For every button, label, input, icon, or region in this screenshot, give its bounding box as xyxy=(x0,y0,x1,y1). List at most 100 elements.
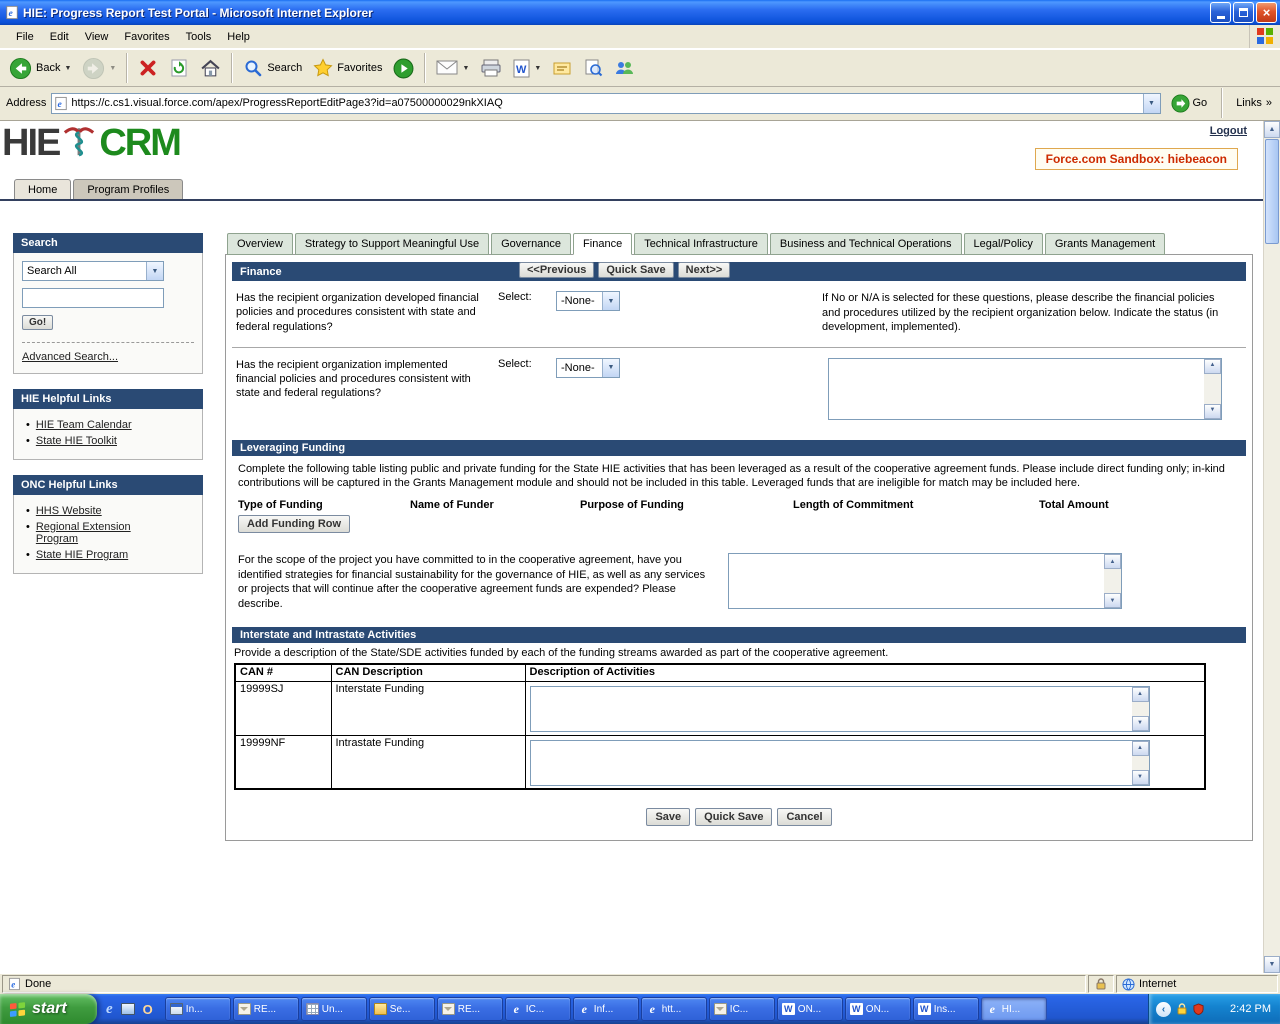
menu-favorites[interactable]: Favorites xyxy=(116,28,177,46)
menu-file[interactable]: File xyxy=(8,28,42,46)
menu-help[interactable]: Help xyxy=(219,28,258,46)
maximize-button[interactable] xyxy=(1233,2,1254,23)
edit-button[interactable]: W ▼ xyxy=(508,56,546,81)
back-button[interactable]: Back ▼ xyxy=(4,54,76,83)
address-input[interactable] xyxy=(68,97,1142,109)
quicklaunch-show-desktop-icon[interactable] xyxy=(121,1003,135,1015)
tray-lock-icon[interactable] xyxy=(1177,1003,1187,1015)
taskbar-window-button[interactable]: eIC... xyxy=(505,997,571,1021)
scroll-up-icon[interactable]: ▲ xyxy=(1204,359,1221,374)
research-button[interactable] xyxy=(578,55,608,81)
quick-save-button-bottom[interactable]: Quick Save xyxy=(695,808,772,826)
tab-governance[interactable]: Governance xyxy=(491,233,571,255)
menu-view[interactable]: View xyxy=(77,28,117,46)
back-dropdown-icon[interactable]: ▼ xyxy=(64,65,71,72)
print-button[interactable] xyxy=(475,56,507,80)
question-2-select-value: -None- xyxy=(557,359,602,377)
forward-button[interactable]: ▼ xyxy=(77,54,121,83)
taskbar-window-button[interactable]: RE... xyxy=(233,997,299,1021)
title-bar[interactable]: e HIE: Progress Report Test Portal - Mic… xyxy=(0,0,1280,25)
links-menu[interactable]: Links » xyxy=(1232,97,1276,109)
search-go-button[interactable]: Go! xyxy=(22,315,53,330)
favorites-button[interactable]: Favorites xyxy=(308,55,387,81)
taskbar-window-button[interactable]: eInf... xyxy=(573,997,639,1021)
scroll-up-icon[interactable]: ▲ xyxy=(1132,741,1149,756)
scroll-down-icon[interactable]: ▼ xyxy=(1204,404,1221,419)
previous-button[interactable]: <<Previous xyxy=(519,262,594,278)
interstate-activities-textarea[interactable] xyxy=(531,687,1132,731)
stop-button[interactable] xyxy=(133,55,163,81)
edit-dropdown-icon[interactable]: ▼ xyxy=(534,65,541,72)
sustainability-textarea[interactable] xyxy=(729,554,1104,608)
sandbox-banner: Force.com Sandbox: hiebeacon xyxy=(1035,148,1238,170)
media-button[interactable] xyxy=(388,55,419,82)
tray-shield-icon[interactable] xyxy=(1193,1003,1204,1015)
scroll-down-icon[interactable]: ▼ xyxy=(1132,716,1149,731)
go-button[interactable]: Go xyxy=(1166,93,1213,114)
taskbar-window-button[interactable]: In... xyxy=(165,997,231,1021)
taskbar-window-button-active[interactable]: eHI... xyxy=(981,997,1047,1021)
taskbar-window-button[interactable]: WIns... xyxy=(913,997,979,1021)
tab-finance[interactable]: Finance xyxy=(573,233,632,255)
tab-business-technical-operations[interactable]: Business and Technical Operations xyxy=(770,233,962,255)
scroll-down-icon[interactable]: ▼ xyxy=(1104,593,1121,608)
taskbar-window-button[interactable]: Un... xyxy=(301,997,367,1021)
add-funding-row-button[interactable]: Add Funding Row xyxy=(238,515,350,533)
refresh-button[interactable] xyxy=(164,55,194,81)
logout-link[interactable]: Logout xyxy=(1210,125,1247,137)
mail-dropdown-icon[interactable]: ▼ xyxy=(462,65,469,72)
scrollbar-thumb[interactable] xyxy=(1265,139,1279,244)
tab-grants-management[interactable]: Grants Management xyxy=(1045,233,1165,255)
taskbar-window-button[interactable]: RE... xyxy=(437,997,503,1021)
quicklaunch-outlook-icon[interactable]: O xyxy=(143,1002,153,1017)
taskbar-window-button[interactable]: WON... xyxy=(777,997,843,1021)
home-button[interactable] xyxy=(195,55,226,82)
mail-button[interactable]: ▼ xyxy=(431,57,474,79)
search-button[interactable]: Search xyxy=(238,55,307,81)
scrollbar-track[interactable] xyxy=(1264,245,1280,956)
state-hie-program-link[interactable]: State HIE Program xyxy=(36,549,166,561)
messenger-button[interactable] xyxy=(609,57,639,79)
tab-technical-infrastructure[interactable]: Technical Infrastructure xyxy=(634,233,768,255)
policies-description-textarea[interactable] xyxy=(829,359,1204,419)
tray-collapse-icon[interactable]: ‹ xyxy=(1156,1002,1171,1017)
search-input[interactable] xyxy=(22,288,164,308)
scroll-down-icon[interactable]: ▼ xyxy=(1264,956,1280,973)
cancel-button[interactable]: Cancel xyxy=(777,808,831,826)
sidebar: Search Search All ▼ Go! Advanced Search.… xyxy=(13,233,203,589)
tab-home[interactable]: Home xyxy=(14,179,71,199)
taskbar-window-button[interactable]: ehtt... xyxy=(641,997,707,1021)
next-button[interactable]: Next>> xyxy=(678,262,731,278)
discuss-button[interactable] xyxy=(547,57,577,80)
tab-strategy[interactable]: Strategy to Support Meaningful Use xyxy=(295,233,489,255)
menu-tools[interactable]: Tools xyxy=(178,28,220,46)
taskbar-window-button[interactable]: Se... xyxy=(369,997,435,1021)
hie-team-calendar-link[interactable]: HIE Team Calendar xyxy=(36,419,166,431)
state-hie-toolkit-link[interactable]: State HIE Toolkit xyxy=(36,435,166,447)
close-button[interactable]: × xyxy=(1256,2,1277,23)
address-field[interactable]: e ▼ xyxy=(51,93,1160,114)
quick-save-button-top[interactable]: Quick Save xyxy=(598,262,673,278)
tab-program-profiles[interactable]: Program Profiles xyxy=(73,179,183,199)
advanced-search-link[interactable]: Advanced Search... xyxy=(22,351,118,363)
start-button[interactable]: start xyxy=(0,994,97,1024)
tab-legal-policy[interactable]: Legal/Policy xyxy=(964,233,1043,255)
save-button[interactable]: Save xyxy=(646,808,690,826)
tab-overview[interactable]: Overview xyxy=(227,233,293,255)
menu-edit[interactable]: Edit xyxy=(42,28,77,46)
intrastate-activities-textarea[interactable] xyxy=(531,741,1132,785)
regional-extension-program-link[interactable]: Regional Extension Program xyxy=(36,521,166,545)
scroll-up-icon[interactable]: ▲ xyxy=(1264,121,1280,138)
question-2-select[interactable]: -None- ▼ xyxy=(556,358,620,378)
question-1-select[interactable]: -None- ▼ xyxy=(556,291,620,311)
taskbar-window-button[interactable]: IC... xyxy=(709,997,775,1021)
quicklaunch-ie-icon[interactable]: e xyxy=(106,1001,113,1018)
minimize-button[interactable] xyxy=(1210,2,1231,23)
scroll-up-icon[interactable]: ▲ xyxy=(1104,554,1121,569)
scroll-down-icon[interactable]: ▼ xyxy=(1132,770,1149,785)
scroll-up-icon[interactable]: ▲ xyxy=(1132,687,1149,702)
taskbar-window-button[interactable]: WON... xyxy=(845,997,911,1021)
hhs-website-link[interactable]: HHS Website xyxy=(36,505,166,517)
address-dropdown-button[interactable]: ▼ xyxy=(1143,94,1160,113)
search-scope-select[interactable]: Search All ▼ xyxy=(22,261,164,281)
